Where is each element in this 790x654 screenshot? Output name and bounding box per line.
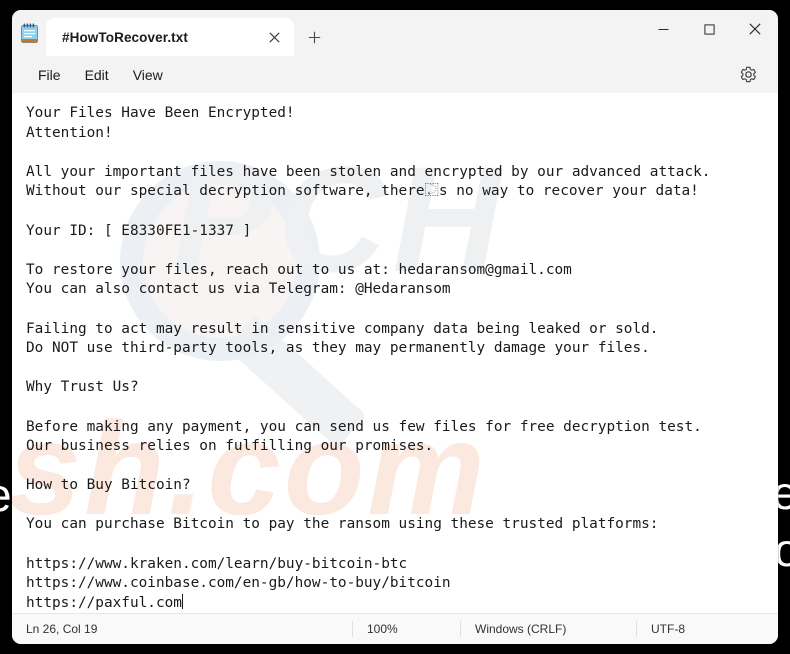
title-bar: #HowToRecover.txt xyxy=(12,10,778,56)
maximize-icon[interactable] xyxy=(686,10,732,48)
new-tab-icon[interactable] xyxy=(296,18,332,56)
tab-close-icon[interactable] xyxy=(260,23,288,51)
minimize-icon[interactable] xyxy=(640,10,686,48)
notepad-icon xyxy=(12,10,46,56)
status-encoding[interactable]: UTF-8 xyxy=(636,621,699,637)
tab-how-to-recover[interactable]: #HowToRecover.txt xyxy=(46,18,294,56)
menu-item-edit[interactable]: Edit xyxy=(73,62,121,88)
status-line-endings[interactable]: Windows (CRLF) xyxy=(460,621,636,637)
ransom-note-text[interactable]: Your Files Have Been Encrypted! Attentio… xyxy=(12,93,778,613)
menu-item-file[interactable]: File xyxy=(26,62,73,88)
window-controls xyxy=(640,10,778,48)
ransom-note-content: Your Files Have Been Encrypted! Attentio… xyxy=(26,105,711,611)
notepad-window: #HowToRecover.txt File Edit View PCH ish… xyxy=(12,10,778,644)
menu-item-view[interactable]: View xyxy=(121,62,175,88)
window-close-icon[interactable] xyxy=(732,10,778,48)
tab-title: #HowToRecover.txt xyxy=(62,29,188,45)
screen: e e o #HowToRecover.txt xyxy=(0,0,790,654)
status-zoom-level[interactable]: 100% xyxy=(352,621,460,637)
backdrop-glyph-left: e xyxy=(0,472,12,518)
status-cursor-position: Ln 26, Col 19 xyxy=(26,622,98,636)
text-caret xyxy=(181,593,183,609)
gear-icon[interactable] xyxy=(732,60,764,90)
status-bar: Ln 26, Col 19 100% Windows (CRLF) UTF-8 xyxy=(12,613,778,644)
menu-bar: File Edit View xyxy=(12,56,778,93)
text-editor-area[interactable]: PCH ish.com Your Files Have Been Encrypt… xyxy=(12,93,778,613)
